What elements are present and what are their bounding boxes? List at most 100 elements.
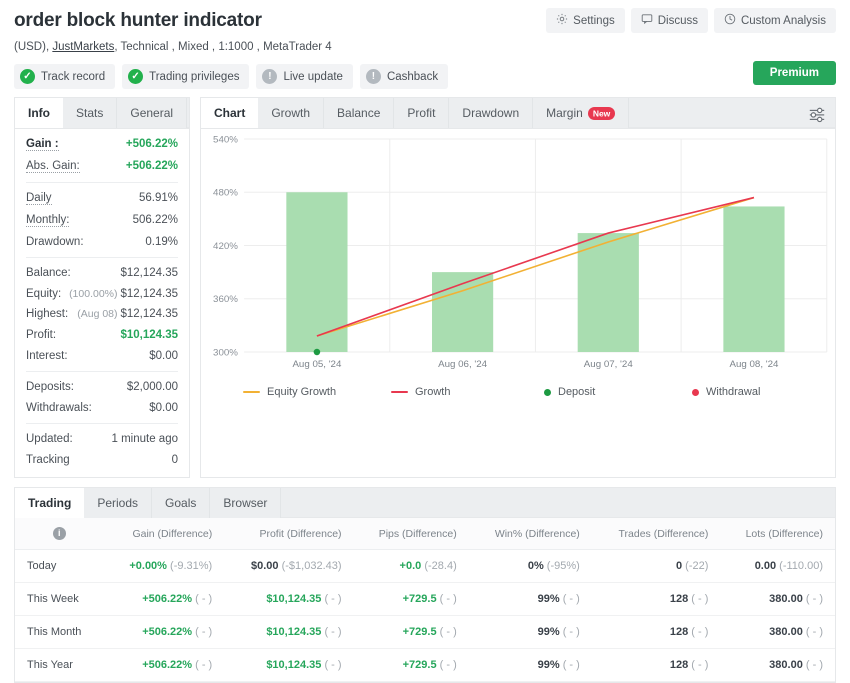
trading-tab-periods[interactable]: Periods	[84, 488, 152, 518]
legend-item-equity-growth[interactable]: Equity Growth	[243, 386, 391, 398]
legend-item-withdrawal[interactable]: Withdrawal	[687, 386, 835, 398]
cell-difference: (-28.4)	[424, 560, 456, 572]
settings-button[interactable]: Settings	[546, 8, 625, 33]
broker-link[interactable]: JustMarkets	[52, 41, 114, 53]
status-badge-trading-privileges[interactable]: ✓Trading privileges	[122, 64, 249, 89]
cell-difference: ( - )	[691, 659, 708, 671]
cell-difference: (-$1,032.43)	[282, 560, 342, 572]
currency-label: (USD),	[14, 41, 49, 53]
chart-tab-profit[interactable]: Profit	[394, 98, 449, 128]
table-header-lots: Lots (Difference)	[720, 518, 835, 550]
info-row-note: (Aug 08)	[77, 308, 120, 320]
svg-text:360%: 360%	[213, 294, 238, 305]
cell-main: +729.5	[403, 659, 437, 671]
badge-label: Track record	[41, 71, 105, 83]
info-row-value: 56.91%	[139, 192, 178, 204]
trading-tabs: TradingPeriodsGoalsBrowser	[15, 488, 835, 518]
info-row-balance: Balance:$12,124.35	[26, 263, 178, 284]
info-tab-stats[interactable]: Stats	[63, 98, 117, 128]
info-row-value: $0.00	[149, 350, 178, 362]
info-icon[interactable]: i	[53, 527, 66, 540]
table-header-row: iGain (Difference)Profit (Difference)Pip…	[15, 518, 835, 550]
cell-difference: (-9.31%)	[170, 560, 212, 572]
trading-tab-browser[interactable]: Browser	[210, 488, 281, 518]
row-cell: +729.5 ( - )	[354, 616, 469, 649]
legend-line-swatch	[243, 391, 260, 394]
cell-main: +506.22%	[142, 659, 192, 671]
premium-button[interactable]: Premium	[753, 61, 836, 85]
cell-difference: ( - )	[691, 626, 708, 638]
row-period: Today	[15, 550, 104, 583]
row-cell: 0.00 (-110.00)	[720, 550, 835, 583]
info-tab-info[interactable]: Info	[15, 98, 63, 128]
sliders-icon[interactable]	[808, 105, 826, 128]
new-badge: New	[588, 107, 615, 120]
discuss-button[interactable]: Discuss	[631, 8, 708, 33]
info-row-note: (100.00%)	[69, 288, 120, 300]
cell-difference: ( - )	[324, 593, 341, 605]
svg-text:300%: 300%	[213, 348, 238, 359]
tab-filler	[187, 98, 189, 128]
chart-tab-margin[interactable]: MarginNew	[533, 98, 629, 128]
info-row-label: Monthly:	[26, 214, 69, 227]
info-row-value: $12,124.35	[120, 267, 178, 279]
row-cell: 128 ( - )	[592, 616, 721, 649]
info-row-label: Drawdown:	[26, 236, 84, 248]
cell-difference: ( - )	[806, 626, 823, 638]
trading-tab-goals[interactable]: Goals	[152, 488, 210, 518]
check-circle-icon: ✓	[128, 69, 143, 84]
divider	[26, 371, 178, 372]
info-row-label: Interest:	[26, 350, 68, 362]
cell-main: 380.00	[769, 659, 803, 671]
status-badge-track-record[interactable]: ✓Track record	[14, 64, 115, 89]
cell-main: 99%	[538, 659, 560, 671]
info-row-value: (100.00%) $12,124.35	[69, 288, 178, 300]
info-row-value: 0	[172, 454, 178, 466]
info-row-label: Updated:	[26, 433, 73, 445]
chart-tab-balance[interactable]: Balance	[324, 98, 394, 128]
row-cell: 128 ( - )	[592, 649, 721, 682]
comment-icon	[641, 13, 653, 28]
table-header-pips: Pips (Difference)	[354, 518, 469, 550]
legend-item-deposit[interactable]: Deposit	[539, 386, 687, 398]
row-cell: +729.5 ( - )	[354, 583, 469, 616]
header-actions: SettingsDiscussCustom Analysis	[546, 8, 836, 33]
row-cell: $10,124.35 ( - )	[224, 583, 353, 616]
chart-legend: Equity GrowthGrowth Deposit Withdrawal	[201, 384, 835, 410]
account-meta: (USD), JustMarkets, Technical , Mixed , …	[14, 41, 836, 53]
info-tab-general[interactable]: General	[117, 98, 187, 128]
status-badge-live-update[interactable]: !Live update	[256, 64, 352, 89]
info-row-value: 1 minute ago	[112, 433, 179, 445]
info-row-label: Abs. Gain:	[26, 160, 80, 173]
svg-text:420%: 420%	[213, 241, 238, 252]
trading-tab-trading[interactable]: Trading	[15, 488, 84, 518]
cell-main: 128	[670, 593, 688, 605]
row-cell: 128 ( - )	[592, 583, 721, 616]
tab-label: Growth	[271, 106, 310, 120]
chart-panel: Chart Growth BalanceProfitDrawdownMarginNe…	[200, 97, 836, 478]
chart-tab-chart[interactable]: Chart	[201, 98, 258, 128]
growth-chart: 300%360%420%480%540%Aug 05, '24Aug 06, '…	[201, 129, 835, 384]
chart-tab-growth[interactable]: Growth	[258, 98, 324, 128]
cell-difference: ( - )	[563, 593, 580, 605]
legend-label: Deposit	[558, 386, 595, 398]
cell-difference: ( - )	[806, 659, 823, 671]
svg-text:Aug 05, '24: Aug 05, '24	[292, 359, 342, 370]
row-cell: +506.22% ( - )	[104, 583, 225, 616]
cell-main: +729.5	[403, 626, 437, 638]
info-rows: Gain :+506.22%Abs. Gain:+506.22%Daily56.…	[15, 129, 189, 477]
info-row-value: $0.00	[149, 402, 178, 414]
custom-analysis-button[interactable]: Custom Analysis	[714, 8, 836, 33]
legend-dot-swatch	[544, 389, 551, 396]
row-cell: $0.00 (-$1,032.43)	[224, 550, 353, 583]
legend-item-growth[interactable]: Growth	[391, 386, 539, 398]
info-panel: InfoStatsGeneral Gain :+506.22%Abs. Gain…	[14, 97, 190, 478]
status-badge-cashback[interactable]: !Cashback	[360, 64, 448, 89]
info-row-value: +506.22%	[126, 160, 178, 172]
table-body: Today+0.00% (-9.31%)$0.00 (-$1,032.43)+0…	[15, 550, 835, 682]
row-cell: +729.5 ( - )	[354, 649, 469, 682]
info-row-deposits: Deposits:$2,000.00	[26, 377, 178, 398]
info-row-monthly: Monthly:506.22%	[26, 210, 178, 232]
chart-tab-drawdown[interactable]: Drawdown	[449, 98, 533, 128]
info-row-value: 0.19%	[145, 236, 178, 248]
